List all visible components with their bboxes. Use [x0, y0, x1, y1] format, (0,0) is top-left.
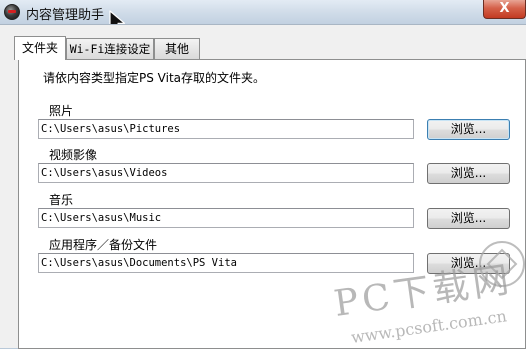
videos-browse-button[interactable]: 浏览... — [427, 163, 510, 184]
title-bar[interactable]: 内容管理助手 X — [0, 0, 526, 24]
instruction-text: 请依内容类型指定PS Vita存取的文件夹。 — [43, 71, 266, 85]
photos-path-field[interactable]: C:\Users\asus\Pictures — [38, 119, 414, 139]
apps-backup-path-field[interactable]: C:\Users\asus\Documents\PS Vita — [38, 253, 414, 273]
tab-other[interactable]: 其他 — [154, 38, 200, 59]
tab-wifi-settings[interactable]: Wi-Fi连接设定 — [66, 38, 154, 59]
apps-backup-browse-button[interactable]: 浏览... — [427, 253, 510, 274]
folders-panel: 请依内容类型指定PS Vita存取的文件夹。 照片 C:\Users\asus\… — [18, 59, 526, 349]
apps-backup-label: 应用程序／备份文件 — [49, 238, 158, 252]
tab-folders[interactable]: 文件夹 — [14, 36, 66, 60]
videos-path-field[interactable]: C:\Users\asus\Videos — [38, 163, 414, 183]
dialog-client-area: 文件夹 Wi-Fi连接设定 其他 请依内容类型指定PS Vita存取的文件夹。 … — [0, 24, 526, 349]
close-button[interactable]: X — [483, 0, 526, 19]
music-browse-button[interactable]: 浏览... — [427, 208, 510, 229]
photos-browse-button[interactable]: 浏览... — [427, 119, 510, 140]
music-label: 音乐 — [49, 193, 74, 207]
videos-label: 视频影像 — [49, 148, 98, 162]
window-title: 内容管理助手 — [26, 8, 105, 23]
music-path-field[interactable]: C:\Users\asus\Music — [38, 208, 414, 228]
app-icon — [4, 4, 20, 20]
photos-label: 照片 — [49, 104, 74, 118]
